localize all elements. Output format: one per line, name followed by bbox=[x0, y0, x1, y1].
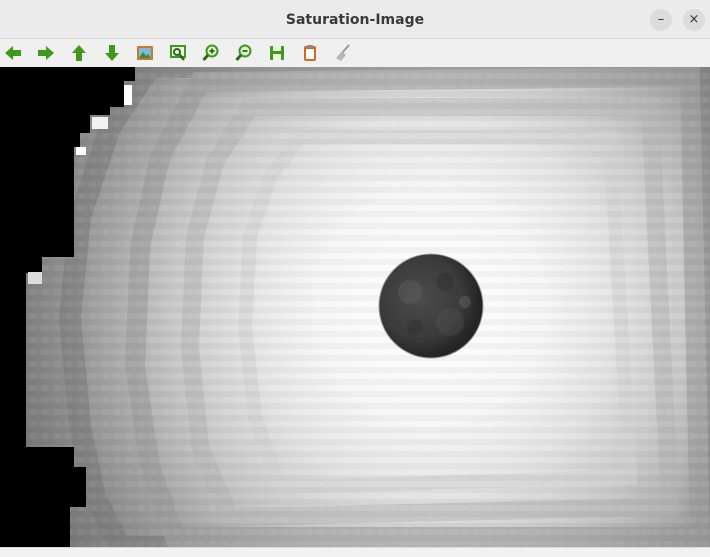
image-button[interactable] bbox=[132, 41, 158, 65]
arrow-down-icon bbox=[105, 45, 119, 61]
up-button[interactable] bbox=[66, 41, 92, 65]
image-icon bbox=[137, 46, 153, 60]
arrow-left-icon bbox=[5, 46, 21, 60]
app-window: Saturation-Image – × bbox=[0, 0, 710, 557]
zoom-out-button[interactable] bbox=[231, 41, 257, 65]
clipboard-button[interactable] bbox=[297, 41, 323, 65]
zoom-out-icon bbox=[235, 44, 252, 62]
minimize-button[interactable]: – bbox=[650, 9, 672, 31]
arrow-up-icon bbox=[72, 45, 86, 61]
clear-button[interactable] bbox=[330, 41, 356, 65]
arrow-right-icon bbox=[38, 46, 54, 60]
zoom-in-button[interactable] bbox=[198, 41, 224, 65]
broom-icon bbox=[336, 44, 350, 61]
down-button[interactable] bbox=[99, 41, 125, 65]
floppy-disk-icon bbox=[270, 46, 284, 60]
image-view[interactable] bbox=[0, 67, 710, 547]
status-bar bbox=[0, 547, 710, 557]
clipboard-icon bbox=[304, 45, 316, 61]
zoom-fit-icon bbox=[170, 45, 186, 61]
saturation-image bbox=[0, 67, 710, 547]
save-button[interactable] bbox=[264, 41, 290, 65]
zoom-in-icon bbox=[202, 44, 219, 62]
title-bar: Saturation-Image – × bbox=[0, 0, 710, 39]
zoom-fit-button[interactable] bbox=[165, 41, 191, 65]
forward-button[interactable] bbox=[33, 41, 59, 65]
back-button[interactable] bbox=[0, 41, 26, 65]
toolbar bbox=[0, 39, 710, 67]
close-button[interactable]: × bbox=[683, 9, 705, 31]
window-title: Saturation-Image bbox=[285, 12, 425, 28]
